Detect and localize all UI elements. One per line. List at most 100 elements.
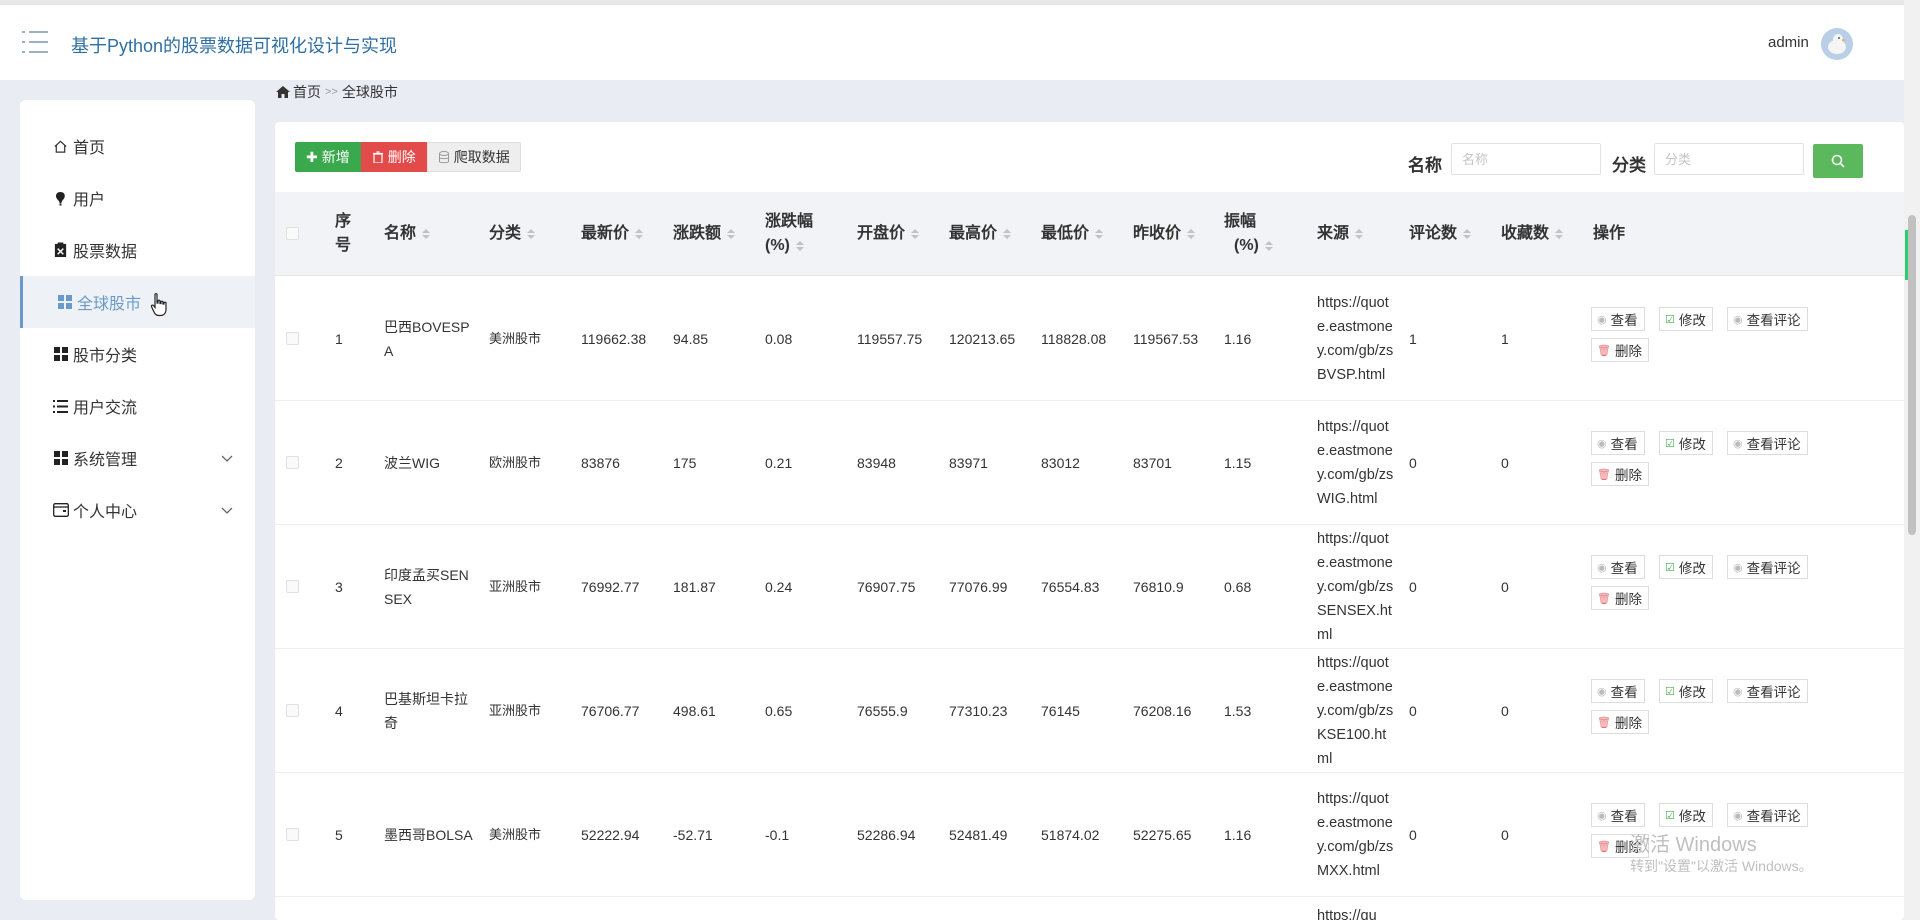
sort-icon[interactable] [1355,229,1364,239]
sidebar-item-home[interactable]: 首页 [20,120,255,172]
partial-source-cell[interactable]: https://qu [1317,904,1377,920]
sort-icon[interactable] [1095,229,1104,239]
cell-open: 83948 [857,455,896,471]
chevron-down-icon [221,507,233,514]
sort-icon[interactable] [727,229,736,239]
column-header-label: (%) [765,237,790,254]
delete-button[interactable]: 删除 [360,142,427,172]
sidebar-item-global-stocks[interactable]: 全球股市 [20,276,255,328]
sort-icon[interactable] [1463,229,1472,239]
column-header-low[interactable]: 最低价 [1041,192,1104,276]
breadcrumb-home[interactable]: 首页 [293,82,321,102]
sort-icon[interactable] [1264,240,1273,251]
database-icon [438,150,449,163]
page-scrollbar[interactable] [1904,0,1920,920]
view-comments-button[interactable]: ◉ 查看评论 [1727,803,1808,827]
sort-icon[interactable] [527,229,536,239]
row-checkbox[interactable] [286,332,299,345]
search-button[interactable] [1813,144,1863,178]
column-header-source[interactable]: 来源 [1317,192,1364,276]
edit-button-label: 修改 [1678,561,1706,576]
edit-icon: ☑ [1665,809,1675,822]
column-header-label: 最高价 [949,225,998,242]
column-header-prev-close[interactable]: 昨收价 [1133,192,1196,276]
sort-icon[interactable] [795,240,804,251]
column-header-latest[interactable]: 最新价 [581,192,644,276]
cell-source[interactable]: https://quote.eastmoney.com/gb/zsSENSEX.… [1317,525,1397,649]
cell-latest: 76706.77 [581,703,640,719]
view-comments-button[interactable]: ◉ 查看评论 [1727,555,1808,579]
scrollbar-thumb[interactable] [1908,215,1916,535]
cell-amplitude: 1.53 [1224,703,1252,719]
column-header-index[interactable]: 序号 [335,192,365,276]
sidebar-item-stock-category[interactable]: 股市分类 [20,328,255,380]
view-button[interactable]: ◉ 查看 [1591,555,1645,579]
row-checkbox[interactable] [286,828,299,841]
cell-amplitude: 0.68 [1224,579,1252,595]
row-checkbox[interactable] [286,456,299,469]
sidebar-item-user-exchange[interactable]: 用户交流 [20,380,255,432]
row-checkbox[interactable] [286,704,299,717]
name-search-input[interactable] [1451,143,1601,175]
cell-amplitude: 1.16 [1224,331,1252,347]
sidebar-item-stock-data[interactable]: 股票数据 [20,224,255,276]
column-header-label: 操作 [1593,225,1626,242]
view-comments-button[interactable]: ◉ 查看评论 [1727,679,1808,703]
sort-icon[interactable] [1555,229,1564,239]
row-delete-button[interactable]: 🗑 删除 [1591,338,1649,362]
column-header-change-pct[interactable]: 涨跌幅 (%) [765,192,813,276]
cell-source[interactable]: https://quote.eastmoney.com/gb/zsMXX.htm… [1317,773,1397,897]
sidebar-item-system-management[interactable]: 系统管理 [20,432,255,484]
menu-toggle-icon[interactable] [22,31,48,53]
trash-icon: 🗑 [1597,840,1611,853]
view-comments-button[interactable]: ◉ 查看评论 [1727,307,1808,331]
avatar[interactable] [1821,28,1853,60]
cell-source[interactable]: https://quote.eastmoney.com/gb/zsKSE100.… [1317,649,1397,773]
column-header-label: 评论数 [1409,225,1458,242]
column-header-change[interactable]: 涨跌额 [673,192,736,276]
view-comments-button[interactable]: ◉ 查看评论 [1727,431,1808,455]
eye-icon: ◉ [1597,561,1607,574]
sort-icon[interactable] [1003,229,1012,239]
sort-icon[interactable] [1187,229,1196,239]
crawl-data-button[interactable]: 爬取数据 [426,142,521,172]
column-header-name[interactable]: 名称 [384,192,431,276]
view-button[interactable]: ◉ 查看 [1591,803,1645,827]
view-button[interactable]: ◉ 查看 [1591,679,1645,703]
row-delete-button[interactable]: 🗑 删除 [1591,586,1649,610]
edit-button[interactable]: ☑ 修改 [1659,555,1713,579]
column-header-amplitude[interactable]: 振幅 (%) [1224,192,1273,276]
cell-category: 亚洲股市 [489,579,542,594]
grid-icon [52,346,69,363]
view-button[interactable]: ◉ 查看 [1591,431,1645,455]
row-delete-button[interactable]: 🗑 删除 [1591,710,1649,734]
add-button[interactable]: ✚ 新增 [295,142,361,172]
username[interactable]: admin [1768,34,1809,51]
sort-icon[interactable] [911,229,920,239]
view-button[interactable]: ◉ 查看 [1591,307,1645,331]
cell-source[interactable]: https://quote.eastmoney.com/gb/zsWIG.htm… [1317,401,1397,525]
category-search-input[interactable] [1654,143,1804,175]
view-button-label: 查看 [1610,809,1638,824]
sort-icon[interactable] [635,229,644,239]
edit-button[interactable]: ☑ 修改 [1659,307,1713,331]
column-header-category[interactable]: 分类 [489,192,536,276]
cell-source[interactable]: https://quote.eastmoney.com/gb/zsBVSP.ht… [1317,277,1397,401]
eye-icon: ◉ [1733,561,1743,574]
sidebar-item-personal-center[interactable]: 个人中心 [20,484,255,536]
eye-icon: ◉ [1733,313,1743,326]
edit-button[interactable]: ☑ 修改 [1659,679,1713,703]
sidebar-item-user[interactable]: 用户 [20,172,255,224]
column-header-open[interactable]: 开盘价 [857,192,920,276]
sort-icon[interactable] [422,229,431,239]
column-header-favorites[interactable]: 收藏数 [1501,192,1564,276]
edit-button[interactable]: ☑ 修改 [1659,431,1713,455]
row-checkbox[interactable] [286,580,299,593]
select-all-checkbox[interactable] [286,227,299,240]
sidebar-item-label: 股票数据 [73,244,138,261]
edit-button[interactable]: ☑ 修改 [1659,803,1713,827]
column-header-high[interactable]: 最高价 [949,192,1012,276]
column-header-comments[interactable]: 评论数 [1409,192,1472,276]
row-delete-button[interactable]: 🗑 删除 [1591,462,1649,486]
cell-latest: 83876 [581,455,620,471]
